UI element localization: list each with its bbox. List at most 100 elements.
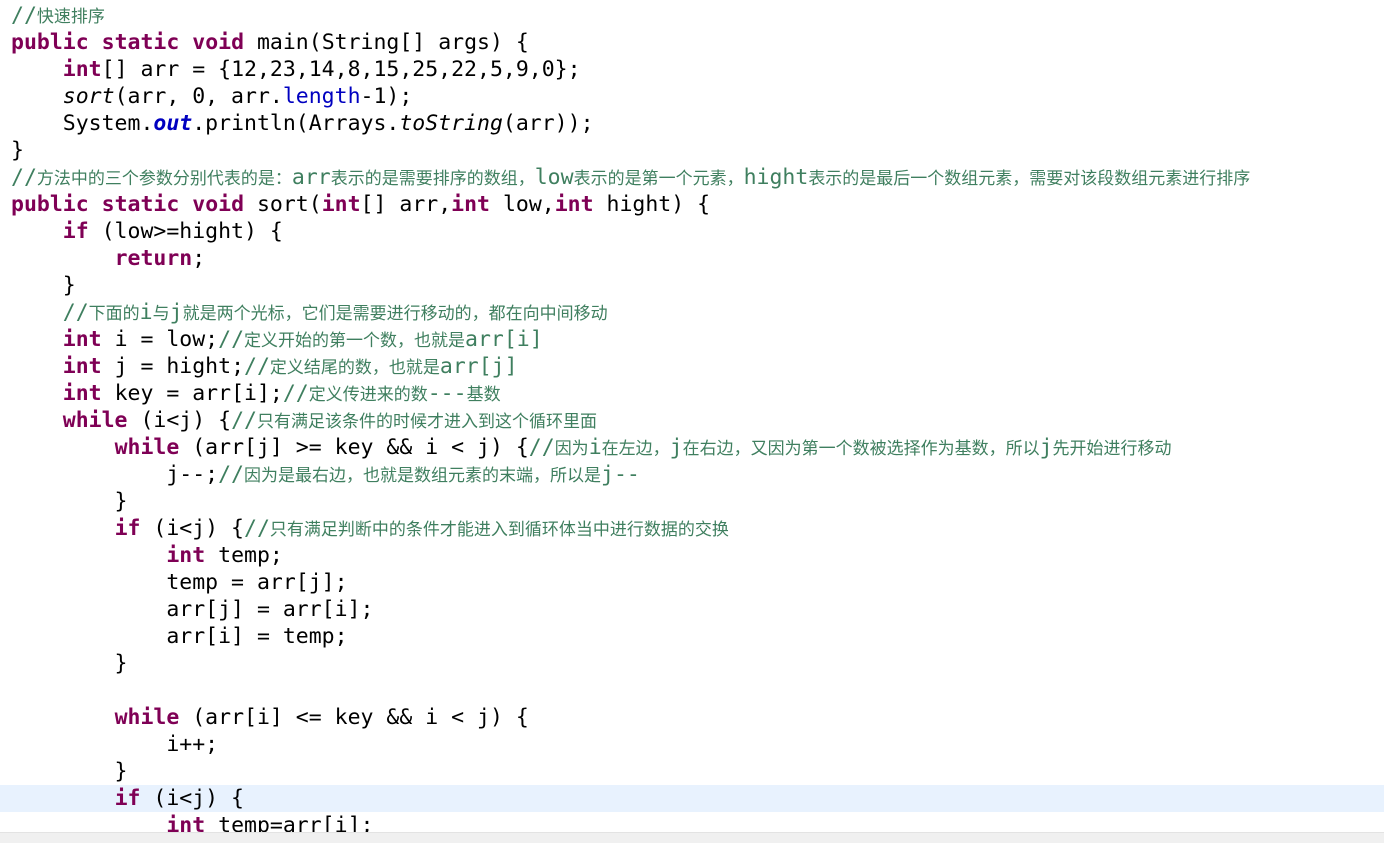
code-text: i = low;: [101, 327, 219, 352]
code-line[interactable]: int[] arr = {12,23,14,8,15,25,22,5,9,0};: [0, 56, 1384, 83]
code-keyword: int: [62, 57, 102, 82]
code-comment: //定义结尾的数，也就是arr[j]: [244, 354, 518, 379]
code-text: System.: [11, 111, 154, 136]
code-keyword: int: [451, 192, 490, 217]
code-line[interactable]: i++;: [0, 731, 1384, 758]
code-comment: //定义传进来的数---基数: [282, 381, 501, 406]
code-keyword: int: [166, 543, 206, 568]
code-line[interactable]: //下面的i与j就是两个光标，它们是需要进行移动的，都在向中间移动: [0, 299, 1384, 326]
code-text: j = hight;: [101, 354, 245, 379]
code-line[interactable]: if (i<j) {: [0, 785, 1384, 812]
code-line[interactable]: }: [0, 137, 1384, 164]
code-text: (arr[j] >= key && i < j) {: [179, 435, 529, 460]
code-text: temp;: [205, 543, 283, 568]
code-line[interactable]: }: [0, 650, 1384, 677]
code-keyword: void: [192, 30, 245, 55]
horizontal-scrollbar[interactable]: [0, 832, 1384, 843]
code-line[interactable]: [0, 677, 1384, 704]
code-keyword: while: [114, 435, 180, 460]
code-line[interactable]: if (low>=hight) {: [0, 218, 1384, 245]
code-field: out: [153, 111, 193, 136]
code-text: low,: [490, 192, 555, 217]
code-field: length: [282, 84, 361, 109]
code-line[interactable]: //方法中的三个参数分别代表的是：arr表示的是需要排序的数组，low表示的是第…: [0, 164, 1384, 191]
code-line[interactable]: return;: [0, 245, 1384, 272]
code-text: .println(Arrays.: [192, 111, 400, 136]
code-text: temp = arr[j];: [11, 570, 348, 595]
code-comment: //定义开始的第一个数，也就是arr[i]: [218, 327, 543, 352]
code-line[interactable]: sort(arr, 0, arr.length-1);: [0, 83, 1384, 110]
code-line[interactable]: arr[i] = temp;: [0, 623, 1384, 650]
code-text: (arr, 0, arr.: [114, 84, 283, 109]
code-text: -1);: [360, 84, 413, 109]
code-text: }: [11, 651, 128, 676]
code-line[interactable]: int temp;: [0, 542, 1384, 569]
code-line[interactable]: public static void main(String[] args) {: [0, 29, 1384, 56]
code-line[interactable]: }: [0, 758, 1384, 785]
code-line[interactable]: int temp=arr[i];: [0, 812, 1384, 832]
code-line[interactable]: temp = arr[j];: [0, 569, 1384, 596]
code-line[interactable]: int j = hight;//定义结尾的数，也就是arr[j]: [0, 353, 1384, 380]
code-line[interactable]: while (i<j) {//只有满足该条件的时候才进入到这个循环里面: [0, 407, 1384, 434]
code-line[interactable]: }: [0, 488, 1384, 515]
code-text: [] arr = {12,23,14,8,15,25,22,5,9,0};: [101, 57, 581, 82]
code-keyword: if: [62, 219, 89, 244]
code-line[interactable]: }: [0, 272, 1384, 299]
code-keyword: static: [101, 192, 180, 217]
code-keyword: while: [62, 408, 128, 433]
code-line[interactable]: int key = arr[i];//定义传进来的数---基数: [0, 380, 1384, 407]
code-keyword: int: [62, 327, 102, 352]
code-line[interactable]: System.out.println(Arrays.toString(arr))…: [0, 110, 1384, 137]
code-line[interactable]: arr[j] = arr[i];: [0, 596, 1384, 623]
code-line[interactable]: if (i<j) {//只有满足判断中的条件才能进入到循环体当中进行数据的交换: [0, 515, 1384, 542]
code-keyword: public: [11, 30, 89, 55]
code-keyword: while: [114, 705, 180, 730]
code-keyword: if: [114, 516, 141, 541]
code-text: }: [11, 489, 128, 514]
code-keyword: int: [166, 813, 206, 832]
code-text: sort(: [244, 192, 322, 217]
code-line[interactable]: j--;//因为是最右边，也就是数组元素的末端，所以是j--: [0, 461, 1384, 488]
code-text: (arr));: [502, 111, 594, 136]
code-line[interactable]: //快速排序: [0, 2, 1384, 29]
code-keyword: int: [62, 354, 102, 379]
code-keyword: if: [114, 786, 141, 811]
code-line[interactable]: while (arr[i] <= key && i < j) {: [0, 704, 1384, 731]
code-text: temp=arr[i];: [205, 813, 374, 832]
code-static-method: toString: [399, 111, 503, 136]
code-text: (arr[i] <= key && i < j) {: [179, 705, 529, 730]
code-line[interactable]: int i = low;//定义开始的第一个数，也就是arr[i]: [0, 326, 1384, 353]
code-text: }: [11, 759, 128, 784]
code-comment: //只有满足该条件的时候才进入到这个循环里面: [231, 408, 597, 433]
code-keyword: int: [321, 192, 361, 217]
code-line[interactable]: public static void sort(int[] arr,int lo…: [0, 191, 1384, 218]
code-keyword: int: [554, 192, 594, 217]
code-line[interactable]: while (arr[j] >= key && i < j) {//因为i在左边…: [0, 434, 1384, 461]
code-comment: //只有满足判断中的条件才能进入到循环体当中进行数据的交换: [244, 516, 729, 541]
code-text: }: [11, 273, 76, 298]
code-text: (i<j) {: [140, 516, 245, 541]
code-keyword: return: [114, 246, 193, 271]
code-text: key = arr[i];: [101, 381, 283, 406]
code-text: ;: [192, 246, 206, 271]
code-text: arr[i] = temp;: [11, 624, 348, 649]
code-comment: //下面的i与j就是两个光标，它们是需要进行移动的，都在向中间移动: [62, 300, 608, 325]
code-text: (i<j) {: [140, 786, 245, 811]
code-comment: //快速排序: [11, 3, 105, 28]
code-keyword: public: [11, 192, 89, 217]
code-editor[interactable]: //快速排序 public static void main(String[] a…: [0, 0, 1384, 832]
